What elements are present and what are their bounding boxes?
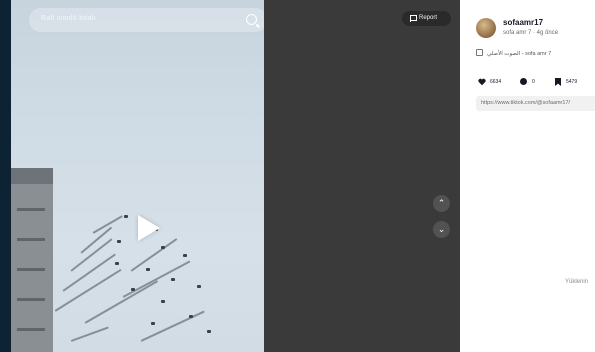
comment-button[interactable]: 0 (520, 77, 548, 87)
video-description[interactable]: الصوت الأصلي - sofa amr 7 (476, 49, 551, 57)
next-video-button[interactable]: ⌄ (433, 221, 450, 238)
comment-icon (520, 78, 527, 85)
report-label: Report (419, 15, 438, 21)
loading-text: Yüklenin (565, 279, 589, 285)
save-button[interactable]: 5479 (555, 77, 591, 87)
like-button[interactable]: 6634 (478, 77, 512, 87)
video-backdrop (264, 0, 460, 352)
building-image (11, 168, 53, 352)
details-panel: sofaamr17 sofa amr 7 · 4g önce الصوت الأ… (460, 0, 595, 352)
comment-count: 0 (532, 79, 535, 85)
search-bar[interactable]: Rəfl iconlü kıtalı (29, 8, 264, 32)
previous-video-button[interactable]: ⌃ (433, 195, 450, 212)
author-username[interactable]: sofaamr17 (503, 18, 543, 27)
chevron-up-icon: ⌃ (437, 198, 446, 208)
video-player[interactable]: Rəfl iconlü kıtalı (11, 0, 264, 352)
engagement-stats: 6634 0 5479 (478, 77, 595, 87)
like-count: 6634 (490, 79, 502, 85)
music-icon (476, 49, 483, 56)
search-icon[interactable] (246, 14, 257, 25)
chevron-down-icon: ⌄ (437, 224, 446, 234)
flag-icon (410, 15, 417, 22)
search-input[interactable]: Rəfl iconlü kıtalı (41, 15, 96, 22)
report-button[interactable]: Report (402, 11, 451, 26)
save-count: 5479 (566, 79, 578, 85)
heart-icon (478, 78, 486, 86)
play-icon[interactable] (138, 215, 160, 241)
bookmark-icon (555, 78, 561, 86)
left-edge-strip (0, 0, 11, 352)
avatar[interactable] (476, 18, 496, 38)
author-subline: sofa amr 7 · 4g önce (503, 30, 559, 36)
music-title[interactable]: الصوت الأصلي - sofa amr 7 (487, 51, 551, 57)
video-link-field[interactable]: https://www.tiktok.com/@sofaamr17/ (476, 96, 595, 111)
